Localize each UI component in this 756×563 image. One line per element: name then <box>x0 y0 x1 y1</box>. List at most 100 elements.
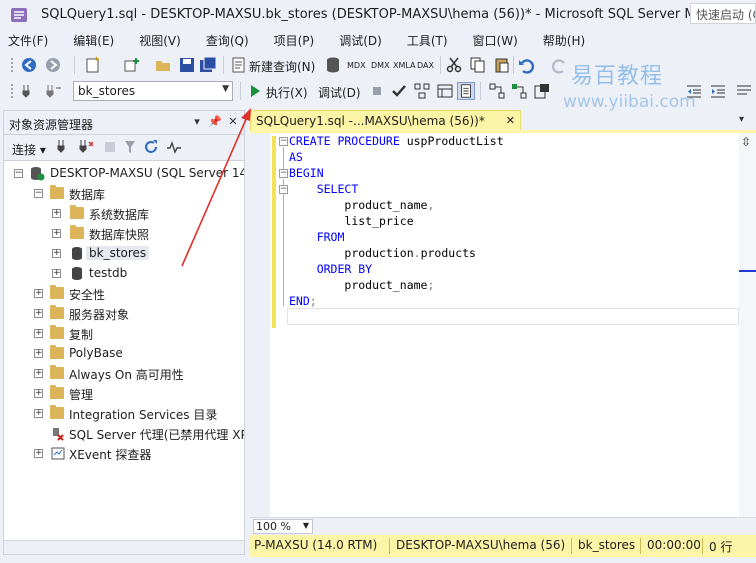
disconnect-icon[interactable] <box>78 139 94 155</box>
expand-icon[interactable]: + <box>34 409 43 418</box>
tree-node-server-objects[interactable]: + 服务器对象 <box>4 304 244 324</box>
expand-icon[interactable]: + <box>34 369 43 378</box>
fold-collapse-icon[interactable]: − <box>279 169 288 178</box>
pin-icon[interactable]: 📌 <box>208 115 222 129</box>
menu-file[interactable]: 文件(F) <box>4 30 55 50</box>
database-engine-query-icon[interactable] <box>324 56 342 74</box>
back-icon[interactable] <box>20 56 38 74</box>
window-position-dropdown-icon[interactable]: ▾ <box>190 115 204 129</box>
execute-icon[interactable] <box>246 82 264 100</box>
code-token: product_name <box>344 198 428 212</box>
vertical-scrollbar[interactable]: ⇳ <box>739 133 756 535</box>
dmx-query-button[interactable]: DMX <box>371 61 390 70</box>
expand-icon[interactable]: + <box>52 249 61 258</box>
open-file-icon[interactable] <box>154 56 172 74</box>
fold-collapse-icon[interactable]: − <box>279 185 288 194</box>
database-select[interactable]: bk_stores ▼ <box>73 81 233 101</box>
query-editor[interactable]: − − − CREATE PROCEDURE uspProductList AS… <box>250 133 756 535</box>
menu-tools[interactable]: 工具(T) <box>403 30 455 50</box>
expand-icon[interactable]: + <box>34 329 43 338</box>
paste-icon[interactable] <box>493 56 511 74</box>
tree-node-polybase[interactable]: + PolyBase <box>4 344 244 364</box>
include-actual-plan-icon[interactable] <box>488 82 506 100</box>
tree-node-bk-stores[interactable]: + bk_stores <box>4 244 244 264</box>
activity-monitor-icon[interactable] <box>166 139 182 155</box>
live-query-stats-icon[interactable] <box>510 82 528 100</box>
tree-node-databases[interactable]: − 数据库 <box>4 184 244 204</box>
display-estimated-plan-icon[interactable] <box>413 82 431 100</box>
forward-icon[interactable] <box>44 56 62 74</box>
tree-node-xevent-profiler[interactable]: + XEvent 探查器 <box>4 444 244 464</box>
xmla-query-button[interactable]: XMLA <box>393 61 416 70</box>
expand-icon[interactable]: + <box>52 229 61 238</box>
connect-button[interactable]: 连接 ▾ <box>12 141 46 158</box>
query-designer-icon[interactable] <box>436 82 454 100</box>
new-project-icon[interactable] <box>84 56 102 74</box>
new-query-icon[interactable] <box>230 56 248 74</box>
menu-edit[interactable]: 编辑(E) <box>69 30 121 50</box>
menu-debug[interactable]: 调试(D) <box>335 30 389 50</box>
code-token: ; <box>309 294 317 308</box>
results-to-grid-icon[interactable] <box>457 82 475 100</box>
stop-icon[interactable] <box>104 140 116 154</box>
expand-icon[interactable]: + <box>52 209 61 218</box>
toolbar-grip[interactable] <box>10 83 14 99</box>
parse-checkmark-icon[interactable] <box>390 82 408 100</box>
menu-project[interactable]: 项目(P) <box>270 30 322 50</box>
expand-icon[interactable]: + <box>34 349 43 358</box>
expand-icon[interactable]: + <box>34 309 43 318</box>
tree-node-sql-agent[interactable]: SQL Server 代理(已禁用代理 XP <box>4 424 244 444</box>
tree-node-server[interactable]: − DESKTOP-MAXSU (SQL Server 14 <box>4 164 244 184</box>
tree-node-always-on[interactable]: + Always On 高可用性 <box>4 364 244 384</box>
fold-collapse-icon[interactable]: − <box>279 137 288 146</box>
close-icon[interactable]: ✕ <box>506 114 515 127</box>
save-all-icon[interactable] <box>199 56 217 74</box>
tab-sqlquery1[interactable]: SQLQuery1.sql -...MAXSU\hema (56))* ✕ <box>250 110 521 131</box>
dax-query-button[interactable]: DAX <box>417 61 434 70</box>
tree-node-management[interactable]: + 管理 <box>4 384 244 404</box>
tree-node-database-snapshots[interactable]: + 数据库快照 <box>4 224 244 244</box>
collapse-icon[interactable]: − <box>14 169 23 178</box>
zoom-select[interactable]: 100 % ▼ <box>253 519 313 534</box>
toolbar-grip[interactable] <box>10 57 14 73</box>
menu-help[interactable]: 帮助(H) <box>539 30 592 50</box>
redo-icon[interactable] <box>551 56 569 74</box>
execute-button[interactable]: 执行(X) <box>266 84 308 101</box>
refresh-icon[interactable] <box>144 139 159 155</box>
cancel-query-icon[interactable] <box>368 82 386 100</box>
tab-list-dropdown-icon[interactable]: ▾ <box>739 114 744 125</box>
debug-button[interactable]: 调试(D) <box>318 84 361 101</box>
increase-indent-icon[interactable] <box>709 82 727 100</box>
cut-icon[interactable] <box>445 56 463 74</box>
comment-out-icon[interactable] <box>735 82 753 100</box>
expand-icon[interactable]: + <box>34 289 43 298</box>
save-icon[interactable] <box>178 56 196 74</box>
expand-icon[interactable]: + <box>52 269 61 278</box>
tree-node-security[interactable]: + 安全性 <box>4 284 244 304</box>
tree-node-integration-services[interactable]: + Integration Services 目录 <box>4 404 244 424</box>
close-icon[interactable]: ✕ <box>226 115 240 129</box>
filter-icon[interactable] <box>124 140 136 154</box>
expand-icon[interactable]: + <box>34 389 43 398</box>
split-window-icon[interactable]: ⇳ <box>741 135 751 149</box>
menu-query[interactable]: 查询(Q) <box>202 30 256 50</box>
horizontal-scrollbar[interactable] <box>4 540 244 554</box>
available-databases-icon[interactable] <box>44 82 62 100</box>
collapse-icon[interactable]: − <box>34 189 43 198</box>
tree-node-system-databases[interactable]: + 系统数据库 <box>4 204 244 224</box>
mdx-query-button[interactable]: MDX <box>347 61 366 70</box>
tree-node-testdb[interactable]: + testdb <box>4 264 244 284</box>
expand-icon[interactable]: + <box>34 449 43 458</box>
new-query-button[interactable]: 新建查询(N) <box>249 58 315 75</box>
quick-launch-input[interactable]: 快速启动 (Ctrl+Q) <box>690 3 756 24</box>
tree-label: DESKTOP-MAXSU (SQL Server 14 <box>50 166 244 180</box>
connect-object-explorer-icon[interactable] <box>56 139 70 155</box>
menu-window[interactable]: 窗口(W) <box>469 30 525 50</box>
menu-view[interactable]: 视图(V) <box>135 30 188 50</box>
copy-icon[interactable] <box>469 56 487 74</box>
change-connection-icon[interactable] <box>20 82 38 100</box>
client-statistics-icon[interactable] <box>533 82 551 100</box>
tree-node-replication[interactable]: + 复制 <box>4 324 244 344</box>
undo-icon[interactable] <box>517 56 535 74</box>
add-item-icon[interactable] <box>122 56 140 74</box>
